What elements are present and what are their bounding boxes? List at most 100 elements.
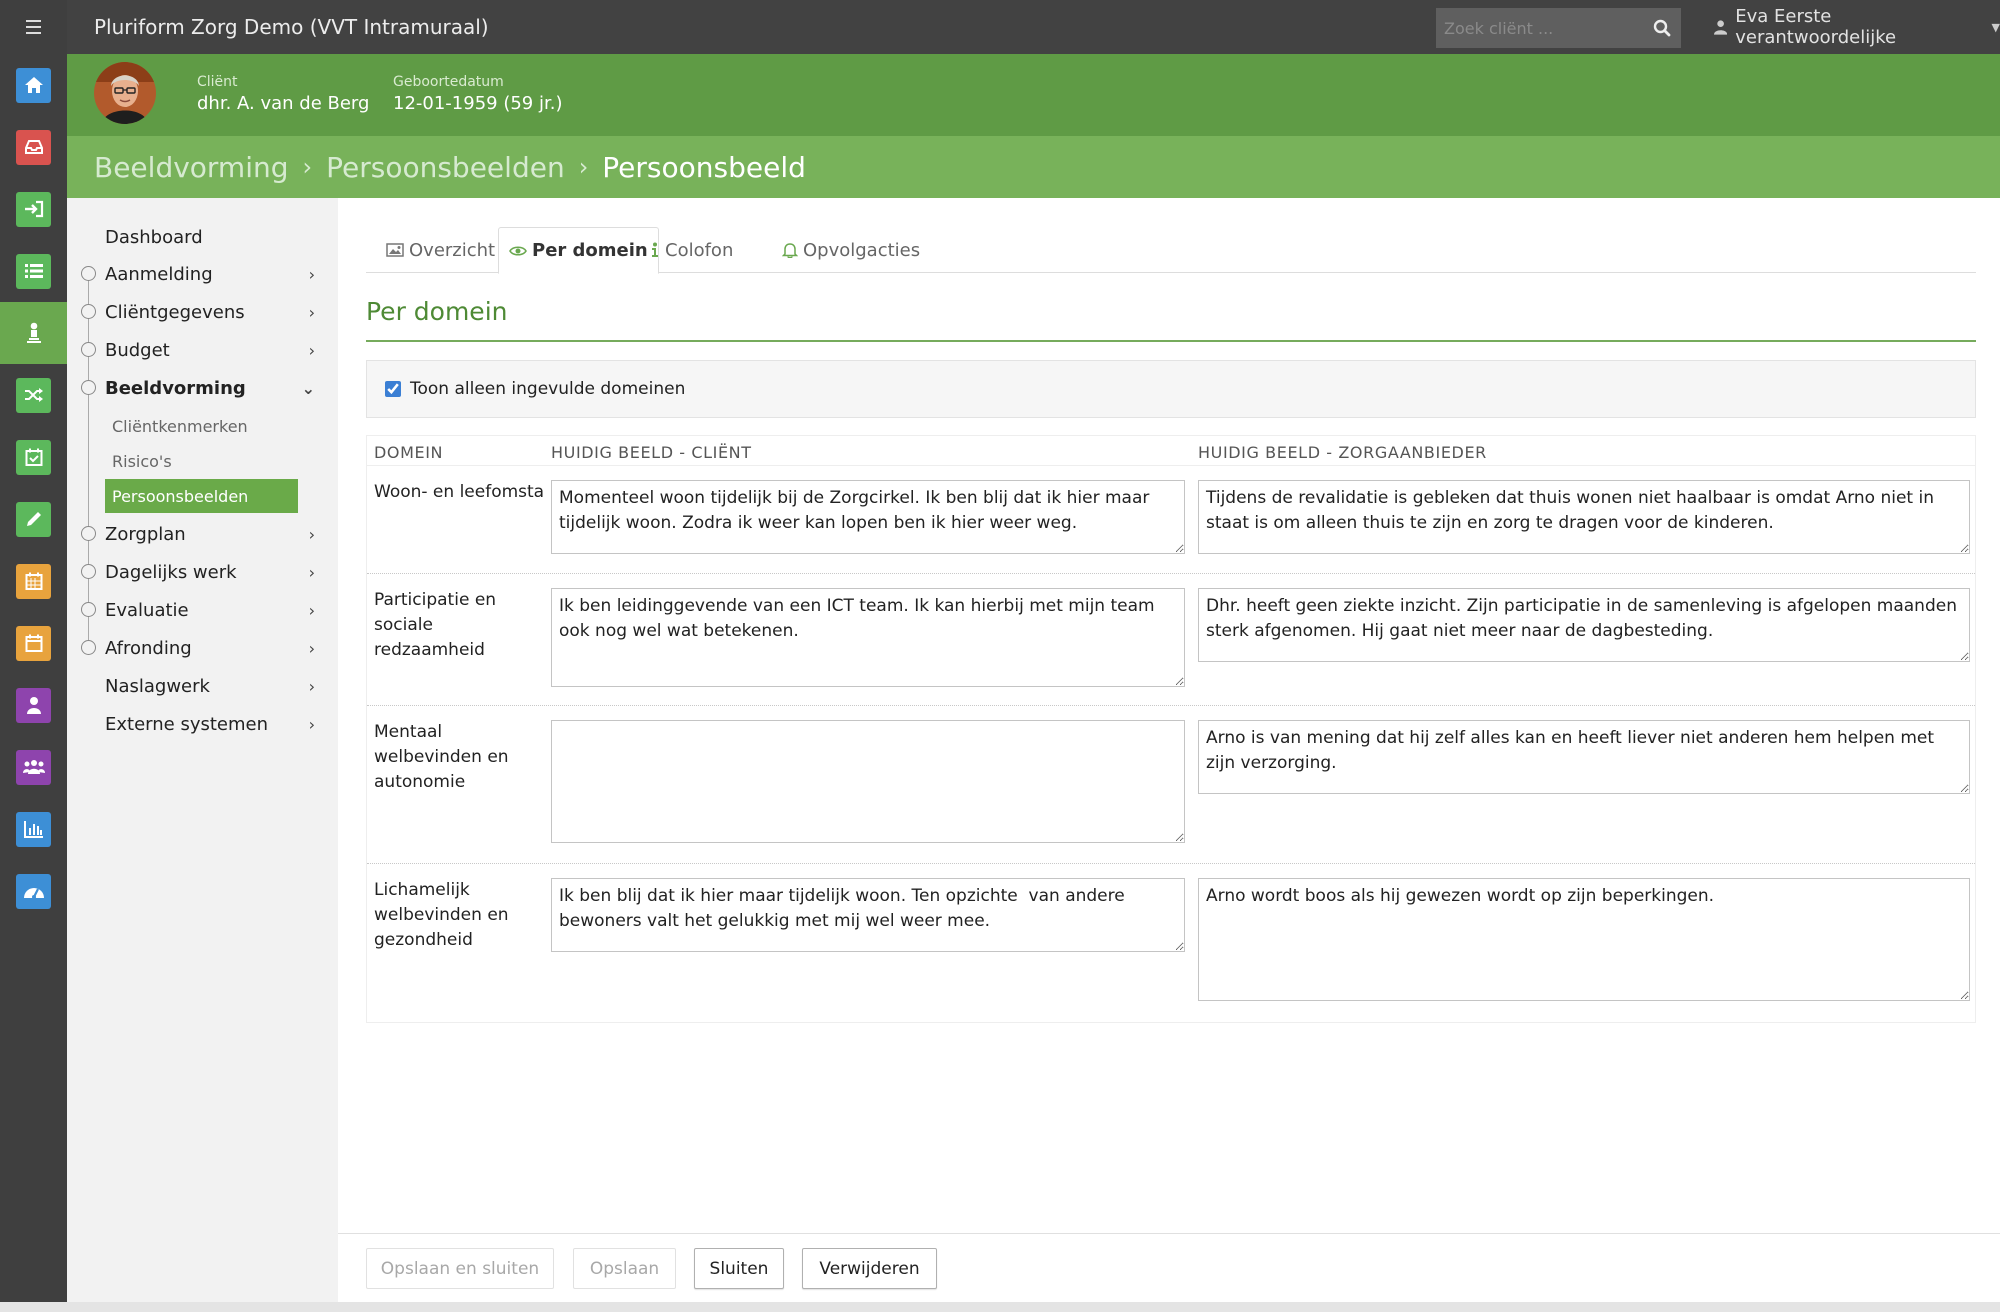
sidebar-item-label: Afronding bbox=[105, 637, 192, 659]
main-content: Overzicht Per domein Colofon Opvolgactie… bbox=[338, 198, 2000, 1302]
tab-per-domein[interactable]: Per domein bbox=[498, 227, 659, 274]
sidebar-subitem-persoonsbeelden[interactable]: Persoonsbeelden bbox=[105, 479, 298, 513]
provider-view-textarea[interactable]: Arno wordt boos als hij gewezen wordt op… bbox=[1198, 878, 1970, 1001]
sidebar-item-dashboard[interactable]: Dashboard bbox=[105, 221, 327, 253]
rail-users[interactable] bbox=[0, 736, 67, 798]
sidebar-item-evaluatie[interactable]: Evaluatie › bbox=[105, 594, 327, 626]
sidebar-item-label: Budget bbox=[105, 339, 170, 361]
rail-client[interactable] bbox=[0, 302, 67, 364]
tab-opvolgacties[interactable]: Opvolgacties bbox=[782, 227, 920, 273]
close-button[interactable]: Sluiten bbox=[694, 1248, 784, 1289]
rail-bar-chart[interactable] bbox=[0, 798, 67, 860]
user-menu[interactable]: Eva Eerste verantwoordelijke ▼ bbox=[1714, 0, 2000, 54]
table-row: Lichamelijk welbevinden en gezondheid Ik… bbox=[367, 864, 1975, 1022]
breadcrumb-beeldvorming[interactable]: Beeldvorming bbox=[94, 151, 289, 184]
provider-view-textarea[interactable]: Dhr. heeft geen ziekte inzicht. Zijn par… bbox=[1198, 588, 1970, 662]
bottom-strip bbox=[0, 1302, 2000, 1312]
eye-icon bbox=[509, 245, 527, 256]
calendar-grid-icon bbox=[16, 563, 51, 599]
sidebar-item-budget[interactable]: Budget › bbox=[105, 334, 327, 366]
sidebar-subitem-label: Cliëntkenmerken bbox=[112, 416, 248, 436]
rail-user[interactable] bbox=[0, 674, 67, 736]
footer-bar: Opslaan en sluiten Opslaan Sluiten Verwi… bbox=[338, 1233, 2000, 1302]
tree-line bbox=[88, 268, 89, 648]
save-button[interactable]: Opslaan bbox=[573, 1248, 676, 1289]
shuffle-icon bbox=[16, 377, 51, 413]
breadcrumb-persoonsbeelden[interactable]: Persoonsbeelden bbox=[326, 151, 565, 184]
user-name: Eva Eerste verantwoordelijke bbox=[1735, 6, 1897, 48]
client-dob-field: Geboortedatum 12-01-1959 (59 jr.) bbox=[393, 74, 562, 114]
bell-icon bbox=[782, 243, 798, 258]
client-name: dhr. A. van de Berg bbox=[197, 93, 370, 114]
sidebar-subitem-risicos[interactable]: Risico's bbox=[105, 444, 298, 478]
provider-view-textarea[interactable]: Arno is van mening dat hij zelf alles ka… bbox=[1198, 720, 1970, 794]
domain-label: Lichamelijk welbevinden en gezondheid bbox=[374, 880, 509, 950]
filled-domains-checkbox[interactable] bbox=[385, 381, 401, 397]
sidebar-item-clientgegevens[interactable]: Cliëntgegevens › bbox=[105, 296, 327, 328]
domain-label: Woon- en leefomstandigheden bbox=[374, 482, 544, 502]
tree-node-icon bbox=[81, 266, 96, 281]
sidebar-item-dagelijks-werk[interactable]: Dagelijks werk › bbox=[105, 556, 327, 588]
rail-calendar-check[interactable] bbox=[0, 426, 67, 488]
provider-view-textarea[interactable]: Tijdens de revalidatie is gebleken dat t… bbox=[1198, 480, 1970, 554]
rail-inbox[interactable] bbox=[0, 116, 67, 178]
app-rail bbox=[0, 0, 67, 1312]
users-icon bbox=[16, 749, 51, 785]
rail-shuffle[interactable] bbox=[0, 364, 67, 426]
rail-pencil[interactable] bbox=[0, 488, 67, 550]
sidebar-item-label: Dagelijks werk bbox=[105, 561, 237, 583]
tab-overzicht[interactable]: Overzicht bbox=[386, 227, 495, 273]
rail-list[interactable] bbox=[0, 240, 67, 302]
sidebar-item-label: Cliëntgegevens bbox=[105, 301, 245, 323]
sidebar-subitem-label: Risico's bbox=[112, 451, 172, 471]
sidebar-subitem-label: Persoonsbeelden bbox=[112, 486, 249, 506]
tree-node-icon bbox=[81, 342, 96, 357]
home-icon bbox=[16, 67, 51, 103]
inbox-icon bbox=[16, 129, 51, 165]
sidebar-item-label: Evaluatie bbox=[105, 599, 189, 621]
chevron-right-icon: › bbox=[308, 638, 315, 658]
tab-bar: Overzicht Per domein Colofon Opvolgactie… bbox=[366, 227, 1976, 274]
column-header-zorgaanbieder: HUIDIG BEELD - ZORGAANBIEDER bbox=[1198, 443, 1487, 462]
chevron-right-icon: › bbox=[308, 264, 315, 284]
sidebar-item-aanmelding[interactable]: Aanmelding › bbox=[105, 258, 327, 290]
rail-calendar[interactable] bbox=[0, 612, 67, 674]
sidebar-subitem-clientkenmerken[interactable]: Cliëntkenmerken bbox=[105, 409, 298, 443]
client-view-textarea[interactable] bbox=[551, 720, 1185, 843]
table-row: Woon- en leefomstandigheden Momenteel wo… bbox=[367, 466, 1975, 574]
chevron-right-icon: › bbox=[308, 600, 315, 620]
tab-label: Per domein bbox=[532, 240, 648, 261]
sidebar-nav: Dashboard Aanmelding › Cliëntgegevens › … bbox=[67, 198, 338, 1302]
sidebar-item-zorgplan[interactable]: Zorgplan › bbox=[105, 518, 327, 550]
filled-domains-label[interactable]: Toon alleen ingevulde domeinen bbox=[410, 379, 685, 399]
tree-node-icon bbox=[81, 380, 96, 395]
sidebar-item-naslagwerk[interactable]: Naslagwerk › bbox=[105, 670, 327, 702]
chevron-right-icon: › bbox=[308, 714, 315, 734]
table-row: Participatie en sociale redzaamheid Ik b… bbox=[367, 574, 1975, 706]
tree-node-icon bbox=[81, 564, 96, 579]
client-view-textarea[interactable]: Momenteel woon tijdelijk bij de Zorgcirk… bbox=[551, 480, 1185, 554]
search-icon[interactable] bbox=[1643, 8, 1681, 48]
table-row: Mentaal welbevinden en autonomie Arno is… bbox=[367, 706, 1975, 864]
client-view-textarea[interactable]: Ik ben blij dat ik hier maar tijdelijk w… bbox=[551, 878, 1185, 952]
delete-button[interactable]: Verwijderen bbox=[802, 1248, 937, 1289]
menu-toggle-icon[interactable] bbox=[0, 0, 67, 54]
sidebar-item-label: Dashboard bbox=[105, 226, 203, 248]
sidebar-item-label: Aanmelding bbox=[105, 263, 213, 285]
client-avatar[interactable] bbox=[94, 62, 156, 124]
sidebar-item-label: Externe systemen bbox=[105, 713, 269, 735]
rail-dashboard[interactable] bbox=[0, 860, 67, 922]
domain-label: Participatie en sociale redzaamheid bbox=[374, 590, 497, 660]
rail-sign-in[interactable] bbox=[0, 178, 67, 240]
table-header-row: DOMEIN HUIDIG BEELD - CLIËNT HUIDIG BEEL… bbox=[367, 436, 1975, 466]
tab-colofon[interactable]: Colofon bbox=[650, 227, 733, 273]
rail-calendar-grid[interactable] bbox=[0, 550, 67, 612]
sidebar-item-afronding[interactable]: Afronding › bbox=[105, 632, 327, 664]
sidebar-item-beeldvorming[interactable]: Beeldvorming ⌄ bbox=[105, 372, 327, 404]
save-and-close-button[interactable]: Opslaan en sluiten bbox=[366, 1248, 554, 1289]
top-bar: Pluriform Zorg Demo (VVT Intramuraal) Ev… bbox=[0, 0, 2000, 54]
tab-label: Colofon bbox=[665, 239, 734, 261]
sidebar-item-externe-systemen[interactable]: Externe systemen › bbox=[105, 708, 327, 740]
rail-home[interactable] bbox=[0, 54, 67, 116]
client-view-textarea[interactable]: Ik ben leidinggevende van een ICT team. … bbox=[551, 588, 1185, 687]
